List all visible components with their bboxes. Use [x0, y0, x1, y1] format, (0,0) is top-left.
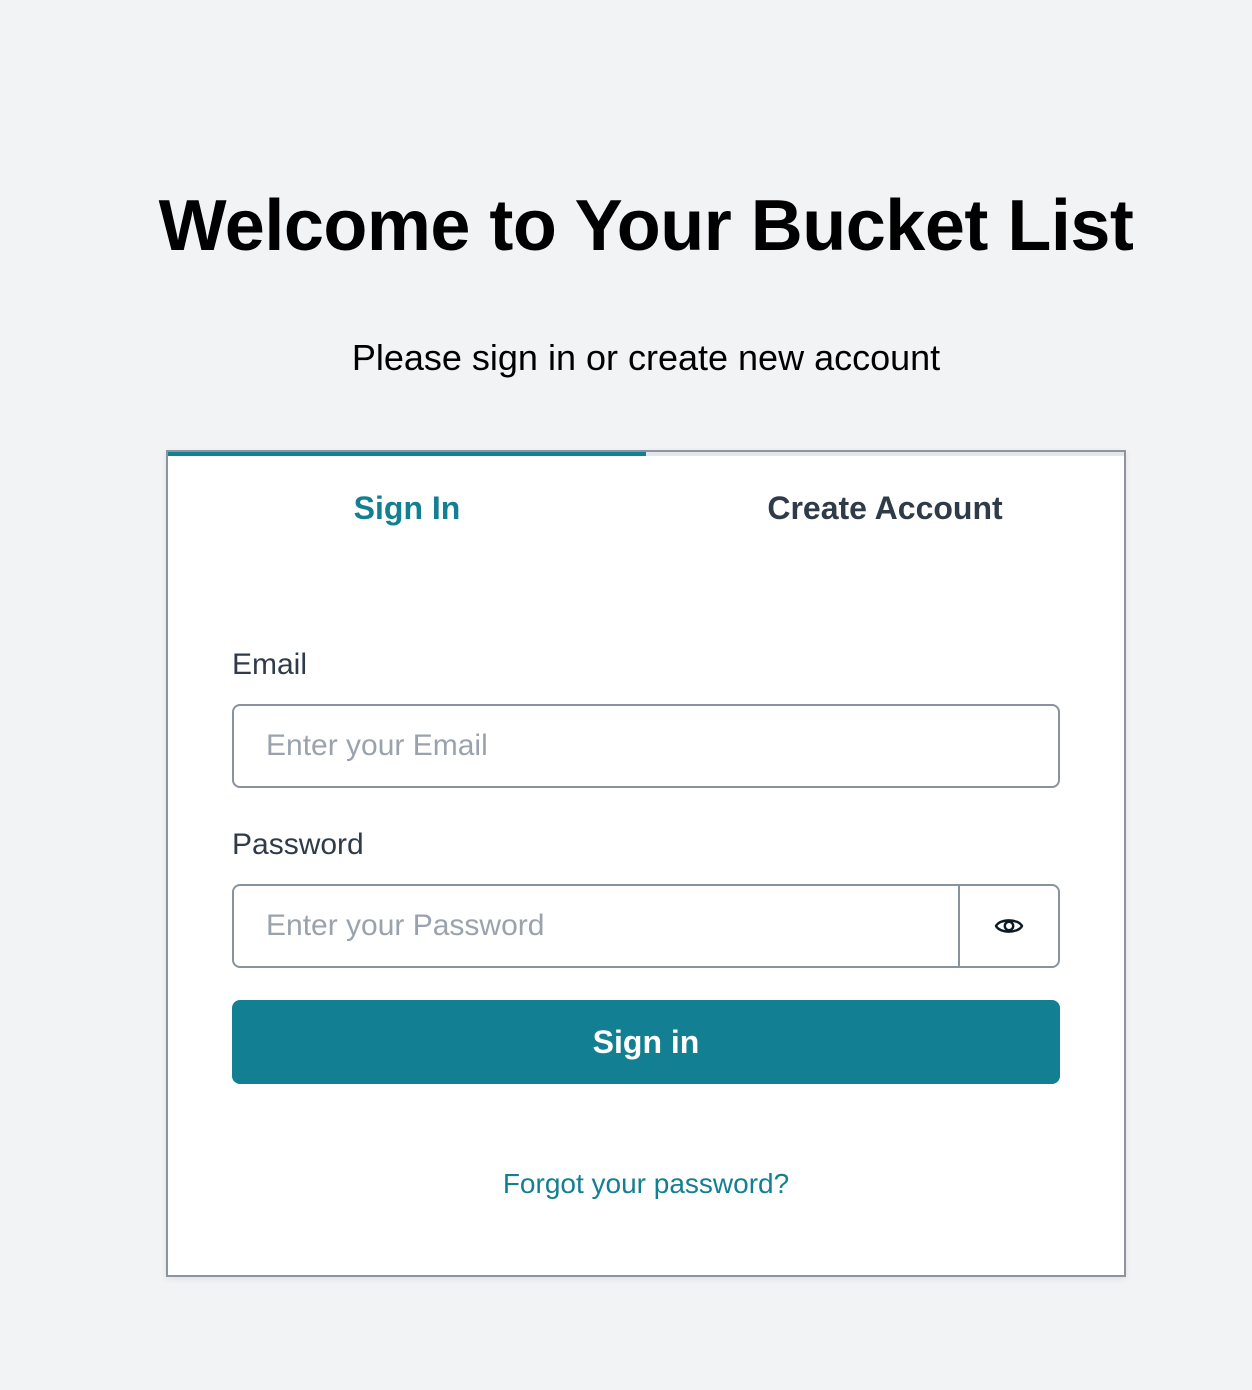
page-subtitle: Please sign in or create new account	[351, 337, 941, 378]
password-field[interactable]	[232, 884, 960, 968]
auth-tabs: Sign In Create Account	[168, 452, 1124, 556]
sign-in-button[interactable]: Sign in	[232, 1000, 1060, 1084]
email-field[interactable]	[232, 704, 1060, 788]
show-password-button[interactable]	[958, 884, 1060, 968]
eye-icon	[994, 915, 1024, 937]
password-label: Password	[232, 828, 364, 861]
email-label: Email	[232, 648, 308, 681]
forgot-password-link[interactable]: Forgot your password?	[168, 1166, 1124, 1202]
tab-create-account[interactable]: Create Account	[646, 452, 1124, 556]
auth-card: Sign In Create Account Email Password Si…	[166, 450, 1126, 1277]
tab-sign-in[interactable]: Sign In	[168, 452, 646, 556]
page-title: Welcome to Your Bucket List	[158, 186, 1134, 266]
